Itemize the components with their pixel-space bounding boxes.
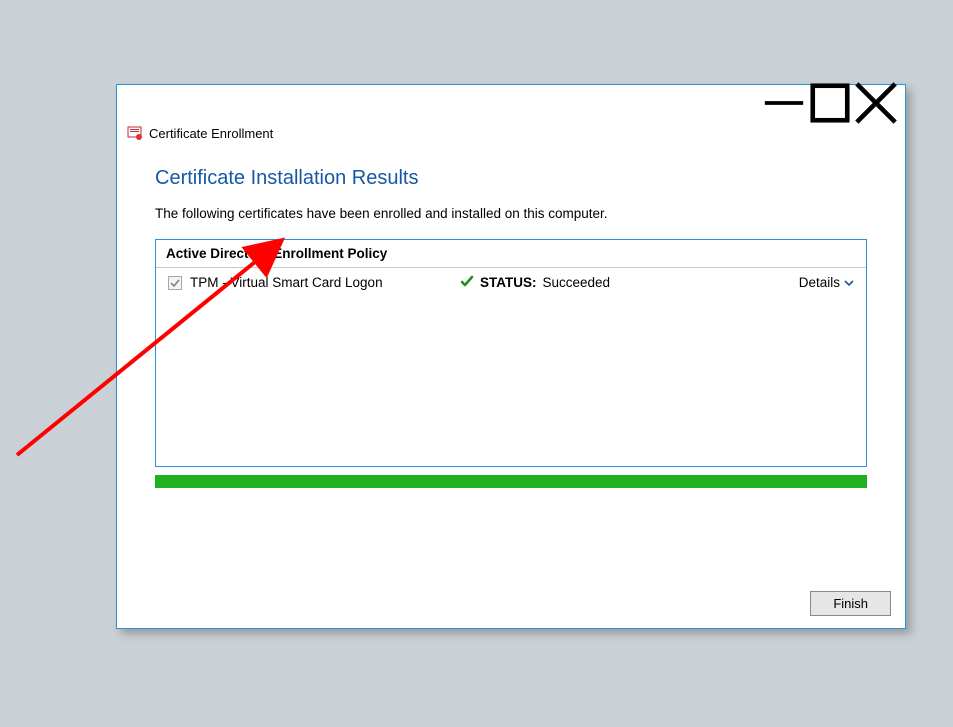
status-label: STATUS:: [480, 275, 537, 290]
details-expander[interactable]: Details: [799, 275, 854, 290]
certificate-row: TPM - Virtual Smart Card Logon STATUS: S…: [156, 268, 866, 297]
maximize-button[interactable]: [807, 88, 853, 118]
certificate-enrollment-icon: [127, 125, 143, 141]
minimize-button[interactable]: [761, 88, 807, 118]
certificate-checkbox[interactable]: [168, 276, 182, 290]
certificate-name: TPM - Virtual Smart Card Logon: [190, 275, 460, 290]
policy-panel: Active Directory Enrollment Policy TPM -…: [155, 239, 867, 467]
chevron-down-icon: [844, 278, 854, 288]
progress-bar: [155, 475, 867, 488]
checkmark-icon: [170, 278, 180, 288]
details-label: Details: [799, 275, 840, 290]
status-value: Succeeded: [543, 275, 611, 290]
dialog-footer: Finish: [810, 591, 891, 616]
page-description: The following certificates have been enr…: [155, 206, 867, 221]
minimize-icon: [761, 80, 807, 126]
success-check-icon: [460, 274, 474, 291]
finish-button[interactable]: Finish: [810, 591, 891, 616]
content-area: Certificate Installation Results The fol…: [117, 141, 905, 488]
window-title: Certificate Enrollment: [149, 126, 273, 141]
dialog-window: Certificate Enrollment Certificate Insta…: [116, 84, 906, 629]
close-button[interactable]: [853, 88, 899, 118]
maximize-icon: [807, 80, 853, 126]
policy-header: Active Directory Enrollment Policy: [156, 240, 866, 268]
close-icon: [853, 80, 899, 126]
status-group: STATUS: Succeeded: [460, 274, 799, 291]
page-heading: Certificate Installation Results: [155, 167, 867, 190]
titlebar: [117, 85, 905, 121]
